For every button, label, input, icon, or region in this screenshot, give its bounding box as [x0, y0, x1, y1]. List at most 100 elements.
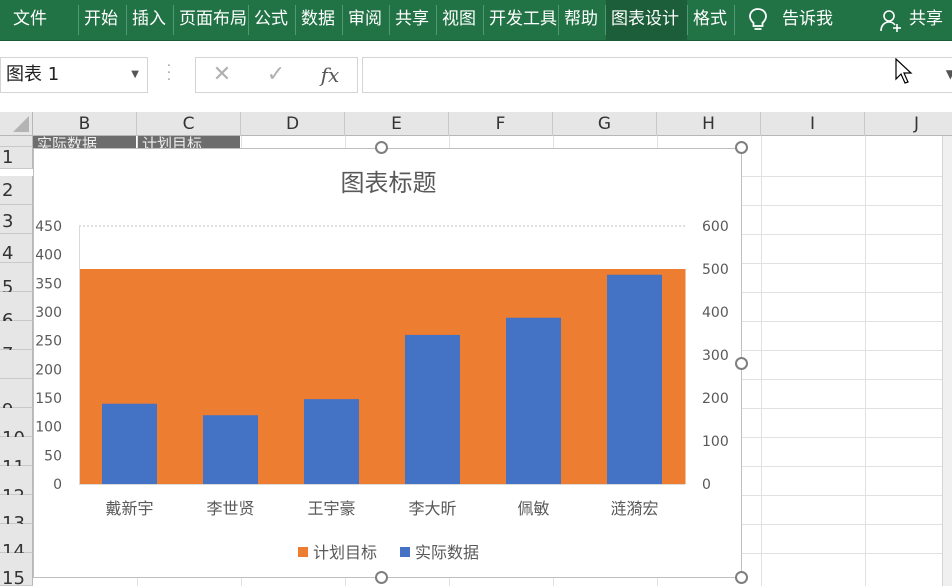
column-header-i[interactable]: I: [761, 112, 865, 136]
row-header-1[interactable]: 1: [0, 147, 33, 169]
column-header-d[interactable]: D: [241, 112, 345, 136]
x-tick-label-3: 李大昕: [408, 499, 456, 518]
name-box-value: 图表 1: [6, 64, 60, 85]
legend-item-plan[interactable]: 计划目标: [297, 539, 377, 563]
y-tick-label-0: 0: [53, 477, 62, 493]
row-header-13[interactable]: 13: [0, 495, 33, 534]
resize-handle-bottom[interactable]: [375, 571, 388, 584]
tab-data[interactable]: 数据: [296, 0, 342, 40]
row-header-7[interactable]: 7: [0, 321, 33, 365]
y-tick-label-6: 300: [35, 305, 62, 321]
ribbon-divider: [734, 5, 735, 35]
tab-review[interactable]: 审阅: [343, 0, 389, 40]
y-tick-label-5: 250: [35, 334, 62, 350]
formula-buttons: ✕ ✓ fx: [195, 57, 358, 93]
x-tick-label-0: 戴新宇: [105, 499, 153, 518]
y-tick-label-8: 400: [35, 248, 62, 264]
y-tick-label-9: 450: [35, 219, 62, 235]
row-header-6[interactable]: 6: [0, 292, 33, 331]
tab-formulas[interactable]: 公式: [249, 0, 295, 40]
x-tick-label-2: 王宇豪: [307, 499, 355, 518]
resize-handle-top[interactable]: [375, 141, 388, 154]
share-button[interactable]: 共享: [904, 0, 952, 40]
row-header-15[interactable]: 15: [0, 553, 33, 586]
resize-handle-bottom-right[interactable]: [735, 571, 748, 584]
expand-icon[interactable]: ▼: [946, 67, 952, 81]
tab-view[interactable]: 视图: [437, 0, 483, 40]
mouse-cursor-icon: [895, 58, 913, 84]
row-header-4[interactable]: 4: [0, 234, 33, 264]
formula-bar: 图表 1 ▼ · · · ✕ ✓ fx ▼: [0, 41, 952, 112]
row-header-11[interactable]: 11: [0, 437, 33, 478]
chevron-down-icon[interactable]: ▼: [131, 58, 139, 92]
row-header-14[interactable]: 14: [0, 524, 33, 562]
lightbulb-icon[interactable]: [748, 7, 768, 33]
row-header-2[interactable]: 2: [0, 176, 33, 205]
chart-legend[interactable]: 计划目标 实际数据: [34, 539, 743, 563]
name-box[interactable]: 图表 1 ▼: [0, 57, 148, 93]
y2-tick-label-2: 200: [702, 391, 729, 407]
column-headers: B C D E F G H I J: [0, 112, 952, 136]
x-tick-label-4: 佩敏: [517, 499, 549, 518]
tab-format[interactable]: 格式: [688, 0, 734, 40]
row-header-8[interactable]: 8: [0, 350, 33, 398]
column-header-g[interactable]: G: [553, 112, 657, 136]
gridline: [865, 136, 866, 586]
column-header-f[interactable]: F: [449, 112, 553, 136]
vertical-scrollbar[interactable]: [942, 136, 952, 586]
y2-tick-label-1: 100: [702, 434, 729, 450]
y-tick-label-2: 100: [35, 420, 62, 436]
resize-handle-top-right[interactable]: [735, 141, 748, 154]
row-header-12[interactable]: 12: [0, 466, 33, 507]
bar-actual-4: [506, 317, 561, 484]
tab-insert[interactable]: 插入: [127, 0, 173, 40]
chart-plot[interactable]: 0 50 100 150 200 250 300 350 400 450 0 100 200 300 400…: [34, 149, 743, 529]
y-tick-label-3: 150: [35, 391, 62, 407]
legend-item-actual[interactable]: 实际数据: [400, 539, 479, 563]
x-tick-label-5: 涟漪宏: [610, 499, 658, 518]
tab-file[interactable]: 文件: [8, 0, 68, 40]
row-header-spacer: [0, 136, 33, 147]
bar-actual-0: [102, 403, 157, 484]
row-header-5[interactable]: 5: [0, 263, 33, 298]
row-header-9[interactable]: 9: [0, 379, 33, 421]
column-header-e[interactable]: E: [345, 112, 449, 136]
tab-help[interactable]: 帮助: [559, 0, 605, 40]
legend-label-plan: 计划目标: [312, 543, 377, 562]
column-header-j[interactable]: J: [865, 112, 952, 136]
select-all-triangle-icon: [13, 116, 29, 132]
y-tick-label-4: 200: [35, 362, 62, 378]
tab-home[interactable]: 开始: [79, 0, 126, 40]
y2-tick-label-5: 500: [702, 262, 729, 278]
bar-actual-1: [203, 415, 258, 484]
bar-actual-5: [607, 274, 662, 484]
cancel-icon[interactable]: ✕: [202, 58, 242, 92]
row-header-10[interactable]: 10: [0, 408, 33, 449]
ribbon: 文件 开始 插入 页面布局 公式 数据 审阅 共享 视图 开发工具 帮助 图表设…: [0, 0, 952, 40]
y-tick-label-7: 350: [35, 276, 62, 292]
tab-page-layout[interactable]: 页面布局: [174, 0, 248, 40]
confirm-icon[interactable]: ✓: [256, 58, 296, 92]
chart-object[interactable]: 图表标题 0 50 100 150 200 250 300 350 400 450 0 100 200 3…: [33, 148, 742, 578]
bar-actual-2: [304, 399, 359, 484]
row-header-3[interactable]: 3: [0, 205, 33, 234]
column-header-h[interactable]: H: [657, 112, 761, 136]
insert-function-icon[interactable]: fx: [310, 58, 350, 92]
drag-handle-icon[interactable]: · · ·: [166, 60, 172, 87]
x-tick-label-1: 李世贤: [206, 499, 254, 518]
tell-me-search[interactable]: 告诉我: [777, 0, 847, 40]
legend-swatch-actual: [400, 547, 411, 557]
legend-label-actual: 实际数据: [415, 543, 480, 562]
tab-share[interactable]: 共享: [390, 0, 436, 40]
select-all-button[interactable]: [0, 112, 33, 136]
y2-tick-label-4: 400: [702, 305, 729, 321]
formula-input[interactable]: ▼: [362, 57, 952, 93]
bar-actual-3: [405, 334, 460, 484]
resize-handle-right[interactable]: [735, 357, 748, 370]
column-header-c[interactable]: C: [137, 112, 241, 136]
tab-chart-design[interactable]: 图表设计: [606, 0, 687, 40]
person-icon[interactable]: [880, 9, 902, 33]
tab-developer[interactable]: 开发工具: [484, 0, 558, 40]
y2-tick-label-6: 600: [702, 219, 729, 235]
column-header-b[interactable]: B: [33, 112, 137, 136]
